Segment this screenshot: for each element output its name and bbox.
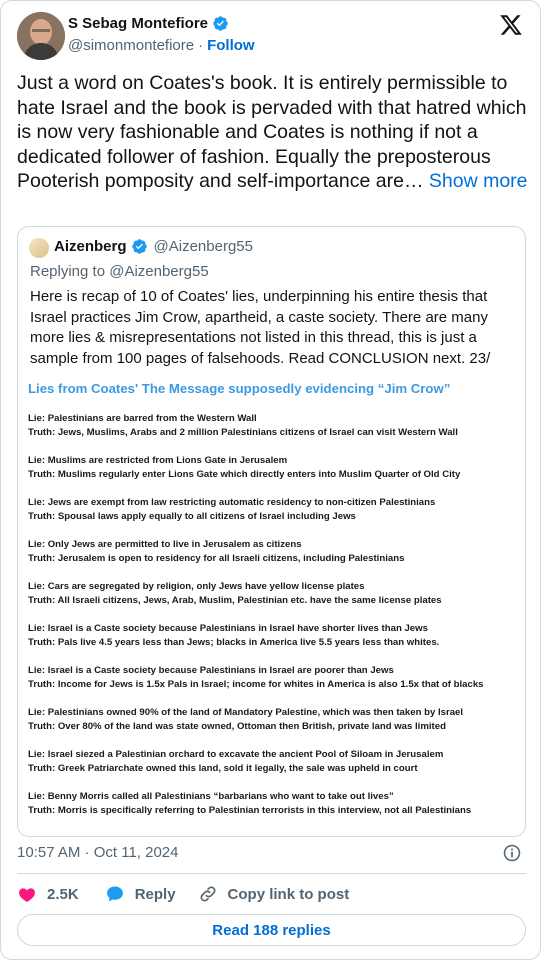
x-logo-icon[interactable] bbox=[499, 13, 523, 37]
lie-line: Lie: Israel is a Caste society because P… bbox=[28, 665, 394, 676]
quoted-tweet[interactable]: Aizenberg @Aizenberg55 Replying to @Aize… bbox=[17, 226, 526, 837]
lie-truth-pair: Lie: Israel is a Caste society because P… bbox=[28, 622, 523, 664]
separator-dot: · bbox=[198, 37, 204, 54]
tweet-card: S Sebag Montefiore @simonmontefiore · Fo… bbox=[0, 0, 541, 960]
info-icon[interactable] bbox=[502, 843, 522, 863]
lies-list: Lie: Palestinians are barred from the We… bbox=[28, 412, 523, 832]
quoted-author-handle[interactable]: @Aizenberg55 bbox=[154, 238, 253, 255]
link-icon bbox=[200, 886, 216, 902]
reply-button[interactable]: Reply bbox=[105, 884, 176, 904]
truth-line: Truth: Jerusalem is open to residency fo… bbox=[28, 553, 405, 564]
lie-line: Lie: Palestinians owned 90% of the land … bbox=[28, 707, 464, 718]
lie-line: Lie: Jews are exempt from law restrictin… bbox=[28, 497, 436, 508]
reply-label: Reply bbox=[134, 885, 176, 903]
lie-truth-pair: Lie: Only Jews are permitted to live in … bbox=[28, 538, 523, 580]
lie-line: Lie: Israel is a Caste society because P… bbox=[28, 623, 428, 634]
lie-line: Lie: Benny Morris called all Palestinian… bbox=[28, 791, 394, 802]
lie-line: Lie: Muslims are restricted from Lions G… bbox=[28, 455, 288, 466]
show-more-link[interactable]: Show more bbox=[429, 170, 528, 192]
lie-truth-pair: Lie: Cars are segregated by religion, on… bbox=[28, 580, 523, 622]
lie-truth-pair: Lie: Jews are exempt from law restrictin… bbox=[28, 496, 523, 538]
verified-badge-icon bbox=[212, 15, 229, 32]
heart-icon bbox=[19, 888, 35, 902]
like-count: 2.5K bbox=[47, 885, 79, 903]
author-avatar[interactable] bbox=[17, 12, 65, 60]
like-button[interactable]: 2.5K bbox=[17, 884, 79, 904]
quoted-author-name[interactable]: Aizenberg bbox=[54, 238, 127, 255]
lie-truth-pair: Lie: Israel is a Caste society because P… bbox=[28, 664, 523, 706]
reply-bubble-icon bbox=[106, 886, 123, 902]
lie-line: Lie: Only Jews are permitted to live in … bbox=[28, 539, 302, 550]
quoted-image[interactable]: Lies from Coates' The Message supposedly… bbox=[18, 374, 525, 836]
truth-line: Truth: Pals live 4.5 years less than Jew… bbox=[28, 637, 440, 648]
author-name-row: S Sebag Montefiore bbox=[68, 15, 229, 32]
truth-line: Truth: Muslims regularly enter Lions Gat… bbox=[28, 469, 461, 480]
quoted-avatar[interactable] bbox=[29, 238, 49, 258]
read-replies-button[interactable]: Read 188 replies bbox=[17, 914, 526, 946]
lie-line: Lie: Cars are segregated by religion, on… bbox=[28, 581, 365, 592]
truth-line: Truth: Greek Patriarchate owned this lan… bbox=[28, 763, 418, 774]
truth-line: Truth: Spousal laws apply equally to all… bbox=[28, 511, 356, 522]
lie-truth-pair: Lie: Palestinians owned 90% of the land … bbox=[28, 706, 523, 748]
lie-truth-pair: Lie: Muslims are restricted from Lions G… bbox=[28, 454, 523, 496]
tweet-text: Just a word on Coates's book. It is enti… bbox=[17, 71, 529, 194]
author-handle-row: @simonmontefiore · Follow bbox=[68, 37, 255, 54]
follow-button[interactable]: Follow bbox=[207, 37, 255, 54]
truth-line: Truth: Income for Jews is 1.5x Pals in I… bbox=[28, 679, 484, 690]
author-name[interactable]: S Sebag Montefiore bbox=[68, 15, 208, 32]
timestamp[interactable]: 10:57 AM · Oct 11, 2024 bbox=[17, 844, 178, 861]
truth-line: Truth: Jews, Muslims, Arabs and 2 millio… bbox=[28, 427, 458, 438]
truth-line: Truth: Morris is specifically referring … bbox=[28, 805, 472, 816]
copy-link-label: Copy link to post bbox=[227, 885, 350, 903]
lie-line: Lie: Israel siezed a Palestinian orchard… bbox=[28, 749, 444, 760]
quoted-text: Here is recap of 10 of Coates' lies, und… bbox=[30, 288, 491, 367]
divider bbox=[17, 873, 526, 874]
lie-truth-pair: Lie: Israel siezed a Palestinian orchard… bbox=[28, 748, 523, 790]
truth-line: Truth: Over 80% of the land was state ow… bbox=[28, 721, 446, 732]
verified-badge-icon bbox=[131, 238, 148, 255]
lie-line: Lie: Palestinians are barred from the We… bbox=[28, 413, 257, 424]
lie-truth-pair: Lie: Benny Morris called all Palestinian… bbox=[28, 790, 523, 832]
action-bar: 2.5K Reply Copy link to post bbox=[17, 881, 349, 907]
truth-line: Truth: All Israeli citizens, Jews, Arab,… bbox=[28, 595, 442, 606]
image-title: Lies from Coates' The Message supposedly… bbox=[28, 381, 451, 396]
author-handle[interactable]: @simonmontefiore bbox=[68, 37, 194, 54]
copy-link-button[interactable]: Copy link to post bbox=[198, 884, 350, 904]
quoted-name-row: Aizenberg @Aizenberg55 bbox=[54, 238, 253, 255]
quoted-replying-to: Replying to @Aizenberg55 bbox=[30, 263, 209, 280]
lie-truth-pair: Lie: Palestinians are barred from the We… bbox=[28, 412, 523, 454]
